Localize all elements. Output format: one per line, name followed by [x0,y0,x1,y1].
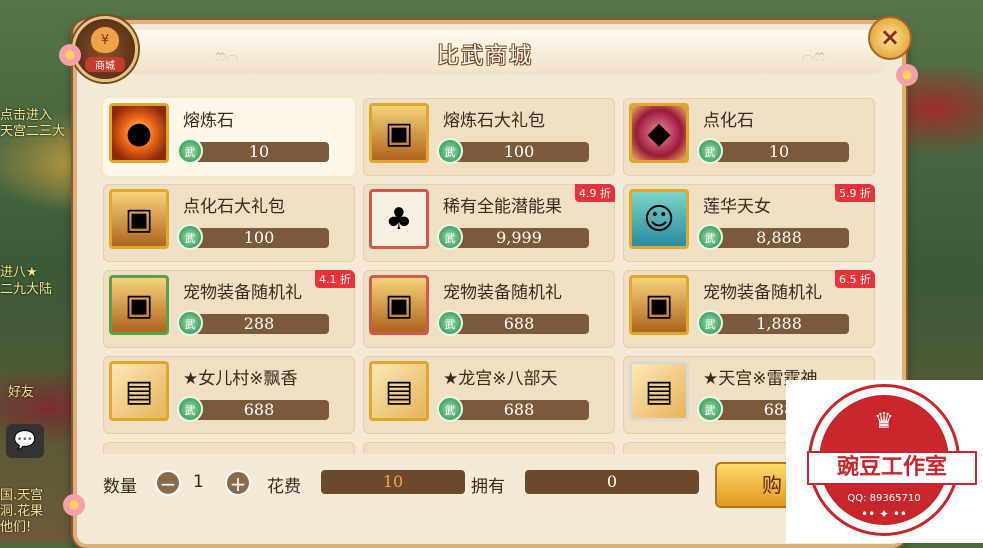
wu-coin-icon: 武 [177,310,203,336]
treasure-chest-icon: ▣ [109,189,169,249]
item-card[interactable]: ▣ 熔炼石大礼包 100 武 [363,98,615,176]
bg-text-1: 点击进入 [0,108,53,123]
item-name: 熔炼石大礼包 [443,111,545,131]
item-price: 100 [189,228,329,248]
ticket-icon: ▤ [109,361,169,421]
item-price: 1,888 [709,314,849,334]
shop-badge: ¥ 商城 [72,16,138,82]
item-card[interactable] [103,442,355,454]
girl-avatar-icon: ☺ [629,189,689,249]
item-name: 宠物装备随机礼 [703,283,822,303]
item-price: 688 [449,314,589,334]
quantity-label: 数量 [103,477,137,497]
item-name: 熔炼石 [183,111,234,131]
minus-button[interactable]: − [155,470,181,496]
chat-line-3: 他们! [0,520,32,535]
wu-coin-icon: 武 [697,138,723,164]
item-price: 10 [709,142,849,162]
item-name: ★女儿村※飘香 [183,369,298,389]
item-card[interactable]: ☺ 莲华天女 8,888 武 5.9 折 [623,184,875,262]
crown-icon: ♛ [874,409,894,434]
item-grid: ● 熔炼石 10 武 ▣ 熔炼石大礼包 100 武 ◆ 点化石 10 武 ▣ 点… [97,94,882,454]
discount-badge: 5.9 折 [835,184,875,202]
window-title: 比武商城 [436,44,533,69]
item-card[interactable]: ▣ 宠物装备随机礼 688 武 [363,270,615,348]
watermark-seal: ♛ 豌豆工作室 QQ: 89365710 •• ✦ •• [807,384,977,536]
watermark-ornament: •• ✦ •• [861,507,907,521]
watermark-brand: 豌豆工作室 [807,451,977,485]
item-card[interactable]: ▤ ★龙宫※八部天 688 武 [363,356,615,434]
item-name: 宠物装备随机礼 [443,283,562,303]
flower-icon [896,64,918,86]
wu-coin-icon: 武 [697,396,723,422]
item-price: 9,999 [449,228,589,248]
item-name: 宠物装备随机礼 [183,283,302,303]
item-price: 100 [449,142,589,162]
wu-coin-icon: 武 [177,138,203,164]
wu-coin-icon: 武 [437,138,463,164]
discount-badge: 4.9 折 [575,184,615,202]
own-field: 0 [525,470,699,494]
flower-icon [59,44,81,66]
title-bar: ෆ⌒ 比武商城 ⌒ෆ [85,30,885,74]
fire-stone-icon: ● [109,103,169,163]
bg-text-3: 进八★ [0,265,38,280]
treasure-chest-icon: ▣ [369,275,429,335]
watermark-qq: QQ: 89365710 [847,493,921,504]
item-name: ★龙宫※八部天 [443,369,558,389]
wu-coin-icon: 武 [697,310,723,336]
watermark-ring: ♛ 豌豆工作室 QQ: 89365710 •• ✦ •• [807,395,977,525]
item-price: 8,888 [709,228,849,248]
item-price: 10 [189,142,329,162]
item-name: 稀有全能潜能果 [443,197,562,217]
ticket-icon: ▤ [369,361,429,421]
item-card[interactable]: ▣ 点化石大礼包 100 武 [103,184,355,262]
item-card[interactable]: ▤ ★女儿村※飘香 688 武 [103,356,355,434]
watermark-logo: ♛ 豌豆工作室 QQ: 89365710 •• ✦ •• [786,380,983,543]
treasure-chest-icon: ▣ [629,275,689,335]
item-card[interactable] [363,442,615,454]
item-name: 点化石 [703,111,754,131]
bg-text-4: 二九大陆 [0,282,53,297]
ticket-icon: ▤ [629,361,689,421]
item-name: 点化石大礼包 [183,197,285,217]
cost-label: 花费 [267,477,301,497]
item-card[interactable]: ◆ 点化石 10 武 [623,98,875,176]
purchase-bar: 数量 − 1 + 花费 10 拥有 0 购 [85,454,885,514]
item-card[interactable]: ● 熔炼石 10 武 [103,98,355,176]
treasure-chest-icon: ▣ [109,275,169,335]
item-price: 688 [189,400,329,420]
wu-coin-icon: 武 [177,396,203,422]
own-label: 拥有 [471,477,505,497]
item-card[interactable]: ▣ 宠物装备随机礼 1,888 武 6.5 折 [623,270,875,348]
close-button[interactable]: × [868,16,912,60]
cost-field: 10 [321,470,465,494]
quantity-value[interactable]: 1 [193,472,204,492]
bg-text-2: 天宫二三大 [0,124,66,139]
swirl-right-icon: ⌒ෆ [801,46,826,65]
seed-icon: ♣ [369,189,429,249]
badge-label: 商城 [85,57,125,72]
treasure-chest-icon: ▣ [369,103,429,163]
wu-coin-icon: 武 [437,224,463,250]
chat-icon[interactable]: 💬 [6,424,44,458]
friends-label[interactable]: 好友 [8,385,83,401]
shop-window: ෆ⌒ 比武商城 ⌒ෆ ¥ 商城 × ● 熔炼石 10 武 ▣ 熔炼石大礼包 10… [59,16,918,548]
item-card[interactable]: ♣ 稀有全能潜能果 9,999 武 4.9 折 [363,184,615,262]
gem-icon: ◆ [629,103,689,163]
item-name: 莲华天女 [703,197,771,217]
item-price: 288 [189,314,329,334]
wu-coin-icon: 武 [697,224,723,250]
flower-icon [63,494,85,516]
item-price: 688 [449,400,589,420]
discount-badge: 4.1 折 [315,270,355,288]
plus-button[interactable]: + [225,470,251,496]
wu-coin-icon: 武 [437,310,463,336]
item-card[interactable]: ▣ 宠物装备随机礼 288 武 4.1 折 [103,270,355,348]
discount-badge: 6.5 折 [835,270,875,288]
wu-coin-icon: 武 [437,396,463,422]
money-bag-icon: ¥ [91,27,119,53]
wu-coin-icon: 武 [177,224,203,250]
